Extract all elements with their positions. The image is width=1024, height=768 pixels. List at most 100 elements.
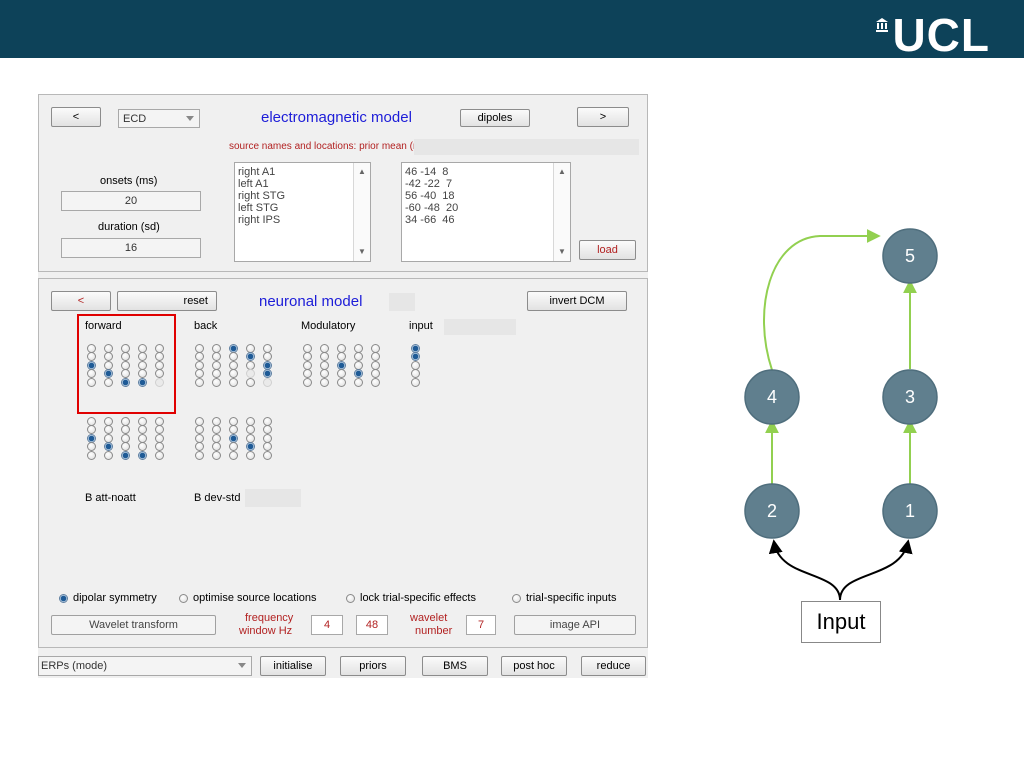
connection-radio[interactable] bbox=[155, 442, 164, 452]
model-type-value: ECD bbox=[123, 112, 147, 125]
connection-radio[interactable] bbox=[212, 369, 221, 379]
radio-icon[interactable] bbox=[512, 593, 521, 603]
connection-radio[interactable] bbox=[371, 377, 380, 387]
option-label: lock trial-specific effects bbox=[360, 592, 476, 604]
connection-radio[interactable] bbox=[195, 377, 204, 387]
connection-radio[interactable] bbox=[337, 377, 346, 387]
duration-field[interactable]: 16 bbox=[61, 238, 201, 258]
ucl-logo: UCL bbox=[876, 12, 990, 58]
freq-low-field[interactable]: 4 bbox=[311, 615, 343, 635]
connection-radio[interactable] bbox=[138, 442, 147, 452]
source-locations-list[interactable]: 46 -14 8 -42 -22 7 56 -40 18 -60 -48 20 … bbox=[401, 162, 571, 262]
connection-radio[interactable] bbox=[212, 450, 221, 460]
lock-effects-option[interactable]: lock trial-specific effects bbox=[346, 592, 476, 604]
connection-radio[interactable] bbox=[320, 369, 329, 379]
list-item[interactable]: -60 -48 20 bbox=[405, 202, 570, 214]
connection-radio[interactable] bbox=[263, 442, 272, 452]
connection-radio[interactable] bbox=[138, 450, 147, 460]
reduce-button[interactable]: reduce bbox=[581, 656, 646, 676]
connection-radio[interactable] bbox=[212, 442, 221, 452]
connection-radio[interactable] bbox=[303, 369, 312, 379]
connection-radio[interactable] bbox=[229, 369, 238, 379]
connection-radio[interactable] bbox=[104, 450, 113, 460]
connection-radio[interactable] bbox=[87, 450, 96, 460]
connection-radio[interactable] bbox=[229, 377, 238, 387]
connection-radio[interactable] bbox=[155, 450, 164, 460]
connection-radio[interactable] bbox=[195, 442, 204, 452]
load-button[interactable]: load bbox=[579, 240, 636, 260]
wavelet-label-2: number bbox=[415, 625, 453, 637]
mode-select[interactable]: ERPs (mode) bbox=[38, 656, 252, 676]
optimise-locations-option[interactable]: optimise source locations bbox=[179, 592, 317, 604]
connection-radio[interactable] bbox=[104, 442, 113, 452]
list-item[interactable]: left A1 bbox=[238, 178, 370, 190]
post-hoc-button[interactable]: post hoc bbox=[501, 656, 567, 676]
logo-text: UCL bbox=[892, 9, 990, 61]
connection-radio[interactable] bbox=[263, 369, 272, 379]
dipoles-button[interactable]: dipoles bbox=[460, 109, 530, 127]
priors-button[interactable]: priors bbox=[340, 656, 406, 676]
connection-radio[interactable] bbox=[411, 369, 420, 379]
back-connection-grid bbox=[195, 344, 273, 387]
connection-radio[interactable] bbox=[246, 442, 255, 452]
next-button[interactable]: > bbox=[577, 107, 629, 127]
list-item[interactable]: 34 -66 46 bbox=[405, 214, 570, 226]
connection-radio[interactable] bbox=[229, 450, 238, 460]
back-button[interactable]: < bbox=[51, 291, 111, 311]
dipolar-symmetry-option[interactable]: dipolar symmetry bbox=[59, 592, 157, 604]
connection-radio[interactable] bbox=[121, 442, 130, 452]
connection-radio[interactable] bbox=[195, 450, 204, 460]
list-item[interactable]: right STG bbox=[238, 190, 370, 202]
wavelet-number-field[interactable]: 7 bbox=[466, 615, 496, 635]
source-names-list[interactable]: right A1 left A1 right STG left STG righ… bbox=[234, 162, 371, 262]
em-model-title: electromagnetic model bbox=[261, 109, 412, 126]
electromagnetic-panel: < ECD electromagnetic model dipoles > so… bbox=[38, 94, 648, 272]
input-grid bbox=[411, 344, 421, 387]
radio-icon[interactable] bbox=[179, 593, 188, 603]
invert-dcm-button[interactable]: invert DCM bbox=[527, 291, 627, 311]
model-type-select[interactable]: ECD bbox=[118, 109, 200, 128]
b-label-strip bbox=[245, 489, 301, 507]
connection-radio[interactable] bbox=[246, 450, 255, 460]
image-api-button[interactable]: image API bbox=[514, 615, 636, 635]
connection-radio[interactable] bbox=[246, 377, 255, 387]
connection-radio[interactable] bbox=[212, 377, 221, 387]
connection-radio[interactable] bbox=[303, 377, 312, 387]
list-item[interactable]: 46 -14 8 bbox=[405, 166, 570, 178]
initialise-button[interactable]: initialise bbox=[260, 656, 326, 676]
wavelet-transform-button[interactable]: Wavelet transform bbox=[51, 615, 216, 635]
scrollbar[interactable]: ▲ ▼ bbox=[553, 163, 570, 261]
b-label-1: B att-noatt bbox=[85, 492, 136, 504]
connection-radio[interactable] bbox=[354, 369, 363, 379]
list-item[interactable]: right IPS bbox=[238, 214, 370, 226]
connection-radio[interactable] bbox=[371, 369, 380, 379]
portico-icon bbox=[876, 18, 889, 32]
connection-radio[interactable] bbox=[263, 450, 272, 460]
connection-radio[interactable] bbox=[195, 369, 204, 379]
scrollbar[interactable]: ▲ ▼ bbox=[353, 163, 370, 261]
list-item[interactable]: -42 -22 7 bbox=[405, 178, 570, 190]
list-item[interactable]: right A1 bbox=[238, 166, 370, 178]
connection-radio[interactable] bbox=[337, 369, 346, 379]
modulatory-grid bbox=[303, 344, 381, 387]
connection-radio[interactable] bbox=[229, 442, 238, 452]
connection-radio[interactable] bbox=[87, 442, 96, 452]
onsets-field[interactable]: 20 bbox=[61, 191, 201, 211]
connection-radio[interactable] bbox=[246, 369, 255, 379]
trial-inputs-option[interactable]: trial-specific inputs bbox=[512, 592, 616, 604]
connection-radio[interactable] bbox=[121, 450, 130, 460]
radio-icon[interactable] bbox=[346, 593, 355, 603]
connection-radio[interactable] bbox=[263, 377, 272, 387]
list-item[interactable]: left STG bbox=[238, 202, 370, 214]
freq-high-field[interactable]: 48 bbox=[356, 615, 388, 635]
reset-button[interactable]: reset bbox=[117, 291, 217, 311]
b-label-2: B dev-std bbox=[194, 492, 241, 504]
prev-button[interactable]: < bbox=[51, 107, 101, 127]
connection-radio[interactable] bbox=[354, 377, 363, 387]
title-strip bbox=[389, 293, 415, 311]
connection-radio[interactable] bbox=[320, 377, 329, 387]
bms-button[interactable]: BMS bbox=[422, 656, 488, 676]
connection-radio[interactable] bbox=[411, 377, 420, 387]
list-item[interactable]: 56 -40 18 bbox=[405, 190, 570, 202]
radio-icon[interactable] bbox=[59, 593, 68, 603]
